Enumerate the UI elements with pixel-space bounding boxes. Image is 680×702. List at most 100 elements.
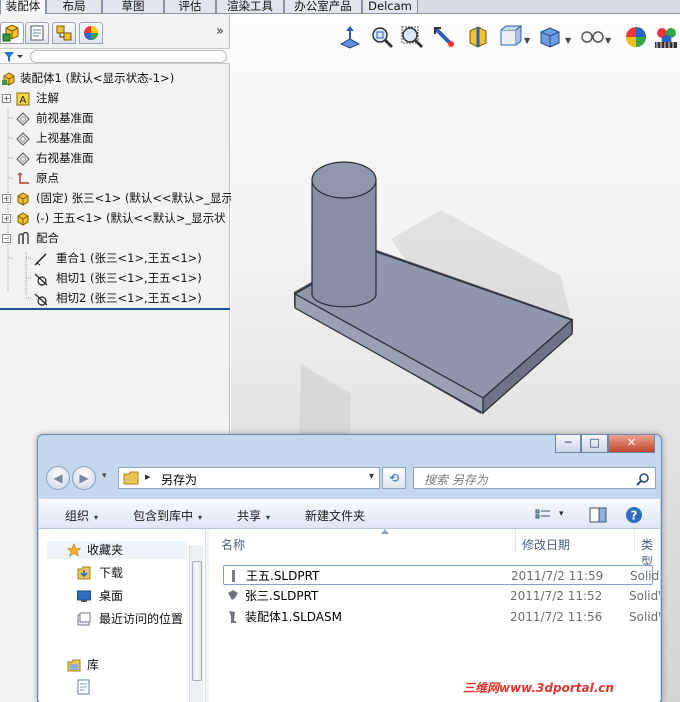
command-manager-tabs: 装配体 布局 草图 评估 渲染工具 办公室产品 Delcam	[0, 0, 680, 15]
folder-icon	[123, 471, 139, 485]
site-watermark: 三维网www.3dportal.cn	[463, 681, 614, 695]
tree-label: 相切1 (张三<1>,王五<1>)	[56, 271, 202, 285]
recent-places-icon	[77, 612, 91, 626]
tree-label: 右视基准面	[36, 151, 94, 165]
view-options-icon[interactable]	[535, 508, 551, 522]
address-dropdown[interactable]: ▾	[369, 471, 374, 482]
search-input[interactable]: 搜索 另存为	[424, 471, 488, 488]
tree-label: 前视基准面	[36, 111, 94, 125]
file-date: 2011/7/2 11:56	[510, 610, 603, 624]
cylinder-side	[311, 179, 377, 308]
command-bar: 组织 ▾ 包含到库中 ▾ 共享 ▾ 新建文件夹 ▾ ?	[39, 499, 660, 529]
nav-libraries-label: 库	[87, 658, 100, 672]
svg-text:?: ?	[631, 509, 638, 523]
new-folder-button[interactable]: 新建文件夹	[305, 507, 365, 524]
expand-panel-button[interactable]: »	[216, 24, 224, 39]
navigation-pane: 收藏夹 下载 桌面 最近访问的位置 库	[39, 529, 204, 702]
display-manager-tab-icon	[84, 26, 98, 40]
share-button[interactable]: 共享 ▾	[237, 507, 270, 524]
breadcrumb-separator: ▸	[145, 470, 151, 483]
file-date: 2011/7/2 11:59	[511, 569, 604, 583]
tab-evaluate[interactable]: 评估	[164, 0, 216, 14]
file-row[interactable]: 张三.SLDPRT 2011/7/2 11:52 SolidWorks	[223, 586, 660, 606]
address-row: ◀ ▶ ▾ ▸ 另存为 ▾ ⟲ 搜索 另存为	[46, 465, 656, 491]
tab-office-products[interactable]: 办公室产品	[284, 0, 362, 14]
forward-button[interactable]: ▶	[72, 466, 96, 490]
file-type: SolidWorks	[629, 610, 660, 624]
file-type: SolidWorks	[630, 569, 660, 583]
tab-assembly[interactable]: 装配体	[0, 0, 46, 15]
tree-label: 上视基准面	[36, 131, 94, 145]
file-date: 2011/7/2 11:52	[510, 589, 603, 603]
include-in-library-label: 包含到库中	[133, 509, 194, 523]
tree-label: (固定) 张三<1> (默认<<默认>_显示	[36, 191, 234, 205]
tab-sketch[interactable]: 草图	[102, 0, 164, 14]
file-name: 张三.SLDPRT	[245, 589, 319, 603]
column-header-date[interactable]: 修改日期	[522, 536, 570, 553]
file-row[interactable]: 装配体1.SLDASM 2011/7/2 11:56 SolidWorks	[223, 607, 660, 627]
nav-recent-places-label: 最近访问的位置	[99, 612, 184, 626]
feature-manager-tab[interactable]	[0, 22, 24, 44]
file-row[interactable]: 王五.SLDPRT 2011/7/2 11:59 SolidWorks	[223, 565, 660, 585]
nav-scrollbar-thumb[interactable]	[192, 561, 202, 681]
libraries-icon	[67, 659, 81, 672]
caret-icon: ▾	[266, 513, 271, 522]
preview-pane-icon[interactable]	[589, 507, 607, 523]
back-button[interactable]: ◀	[46, 466, 70, 490]
tree-label: 重合1 (张三<1>,王五<1>)	[56, 251, 202, 265]
nav-downloads-label: 下载	[99, 566, 124, 580]
desktop-icon	[77, 590, 91, 602]
part-file-icon	[232, 570, 235, 582]
search-icon[interactable]	[636, 472, 650, 486]
nav-favorites[interactable]: 收藏夹	[47, 541, 187, 559]
tree-label: (-) 王五<1> (默认<<默认>_显示状	[36, 211, 226, 225]
tree-label: 装配体1 (默认<显示状态-1>)	[20, 71, 175, 85]
nav-desktop-label: 桌面	[99, 589, 124, 603]
search-box[interactable]: 搜索 另存为	[413, 467, 656, 489]
property-manager-tab[interactable]	[25, 22, 49, 44]
assembly-file-icon	[229, 611, 237, 623]
file-name: 装配体1.SLDASM	[245, 610, 342, 624]
pane-splitter[interactable]	[205, 529, 209, 702]
property-manager-tab-icon	[30, 25, 44, 41]
tree-connector-lines	[7, 108, 32, 299]
share-label: 共享	[237, 509, 262, 523]
organize-button[interactable]: 组织 ▾	[65, 507, 98, 524]
caret-icon: ▾	[94, 513, 99, 522]
save-as-dialog: ─ □ ✕ ◀ ▶ ▾ ▸ 另存为 ▾ ⟲ 搜索 另存为 组织 ▾ 包含到库中 ▾ …	[37, 434, 662, 702]
organize-label: 组织	[65, 509, 90, 523]
tab-delcam[interactable]: Delcam	[362, 0, 418, 14]
filter-icon[interactable]	[3, 51, 25, 63]
column-header-name[interactable]: 名称	[221, 536, 245, 553]
configuration-manager-tab-icon	[56, 25, 72, 41]
minimize-button[interactable]: ─	[555, 435, 581, 453]
downloads-folder-icon	[77, 566, 91, 580]
file-name: 王五.SLDPRT	[246, 569, 320, 583]
part-file-icon	[228, 590, 238, 600]
close-button[interactable]: ✕	[608, 435, 655, 453]
tab-render-tools[interactable]: 渲染工具	[216, 0, 284, 14]
nav-scrollbar[interactable]	[189, 545, 203, 702]
maximize-button[interactable]: □	[581, 435, 608, 453]
nav-favorites-label: 收藏夹	[87, 543, 124, 557]
sort-arrow-icon	[381, 529, 389, 534]
column-divider[interactable]	[515, 529, 516, 553]
column-divider[interactable]	[634, 529, 635, 553]
tab-layout[interactable]: 布局	[46, 0, 102, 14]
breadcrumb-current[interactable]: 另存为	[161, 471, 197, 488]
help-icon[interactable]: ?	[625, 506, 643, 524]
refresh-button[interactable]: ⟲	[382, 467, 406, 489]
filter-input[interactable]	[30, 50, 227, 63]
configuration-manager-tab[interactable]	[52, 22, 76, 44]
display-manager-tab[interactable]	[79, 22, 103, 44]
include-in-library-button[interactable]: 包含到库中 ▾	[133, 507, 202, 524]
recent-pages-dropdown[interactable]: ▾	[102, 471, 107, 481]
caret-icon: ▾	[198, 513, 203, 522]
tree-label: 相切2 (张三<1>,王五<1>)	[56, 291, 202, 305]
feature-manager-tabs: »	[0, 22, 230, 44]
feature-manager-tab-icon	[2, 24, 19, 42]
rollback-bar[interactable]	[0, 308, 230, 310]
documents-library-icon[interactable]	[77, 679, 91, 695]
address-bar[interactable]: ▸ 另存为 ▾	[118, 467, 380, 489]
view-options-dropdown[interactable]: ▾	[559, 509, 564, 519]
